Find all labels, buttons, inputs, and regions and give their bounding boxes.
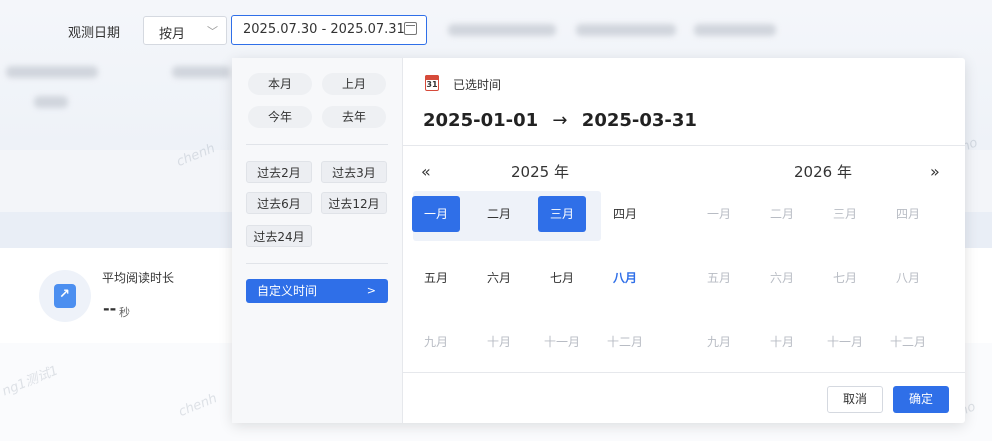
redacted-text [34, 96, 68, 108]
month-2026-mar[interactable]: 三月 [821, 196, 869, 232]
picker-footer: 取消 确定 [403, 372, 965, 423]
selected-time-label: 已选时间 [453, 78, 502, 92]
month-2026-oct[interactable]: 十月 [758, 324, 806, 360]
right-year-title: 2026 年 [794, 163, 852, 181]
quick-this-month[interactable]: 本月 [248, 73, 312, 95]
date-picker-popup: 本月 上月 今年 去年 过去2月 过去3月 过去6月 过去12月 过去24月 自… [232, 58, 965, 423]
month-2025-jan[interactable]: 一月 [412, 196, 460, 232]
date-range-input[interactable]: 2025.07.30 - 2025.07.31 [231, 15, 427, 45]
redacted-text [576, 24, 676, 36]
custom-time-label: 自定义时间 [257, 284, 318, 298]
left-year-title: 2025 年 [511, 163, 569, 181]
divider [246, 144, 388, 145]
next-year-button[interactable]: » [930, 162, 940, 181]
range-end: 2025-03-31 [581, 110, 697, 131]
arrow-right-icon: → [552, 110, 568, 131]
period-select-value: 按月 [159, 27, 186, 42]
redacted-text [448, 24, 556, 36]
month-2025-feb[interactable]: 二月 [475, 196, 523, 232]
selected-time-header: 31 已选时间 2025-01-01 → 2025-03-31 [403, 58, 965, 146]
month-2025-apr[interactable]: 四月 [601, 196, 649, 232]
month-calendar: « 2025 年 2026 年 » 一月 二月 三月 四月 五月 六月 七月 八月 九月 十月 十一… [403, 146, 965, 372]
month-2025-sep[interactable]: 九月 [412, 324, 460, 360]
month-2025-aug[interactable]: 八月 [601, 260, 649, 296]
month-2025-may[interactable]: 五月 [412, 260, 460, 296]
redacted-text [6, 66, 98, 78]
quick-select-panel: 本月 上月 今年 去年 过去2月 过去3月 过去6月 过去12月 过去24月 自… [232, 58, 403, 423]
quick-last-month[interactable]: 上月 [322, 73, 386, 95]
chevron-down-icon: ﹀ [207, 25, 218, 38]
quick-this-year[interactable]: 今年 [248, 106, 312, 128]
month-2026-aug[interactable]: 八月 [884, 260, 932, 296]
confirm-button[interactable]: 确定 [893, 386, 949, 413]
month-2026-may[interactable]: 五月 [695, 260, 743, 296]
month-2025-oct[interactable]: 十月 [475, 324, 523, 360]
month-2025-jul[interactable]: 七月 [538, 260, 586, 296]
stat-value: -- [103, 299, 117, 318]
stat-unit: 秒 [119, 306, 130, 319]
quick-past-12-months[interactable]: 过去12月 [321, 192, 387, 214]
quick-past-24-months[interactable]: 过去24月 [246, 225, 312, 247]
month-2026-jun[interactable]: 六月 [758, 260, 806, 296]
observation-date-label: 观测日期 [68, 26, 121, 41]
month-2025-dec[interactable]: 十二月 [601, 324, 649, 360]
chevron-right-icon: > [366, 284, 376, 297]
month-2026-dec[interactable]: 十二月 [884, 324, 932, 360]
month-2026-jan[interactable]: 一月 [695, 196, 743, 232]
month-2026-sep[interactable]: 九月 [695, 324, 743, 360]
redacted-text [694, 24, 776, 36]
quick-past-3-months[interactable]: 过去3月 [321, 161, 387, 183]
date-range-value: 2025.07.30 - 2025.07.31 [243, 22, 405, 37]
stat-title: 平均阅读时长 [102, 271, 175, 285]
month-2025-nov[interactable]: 十一月 [538, 324, 586, 360]
range-start: 2025-01-01 [423, 110, 539, 131]
month-2026-jul[interactable]: 七月 [821, 260, 869, 296]
calendar-icon [404, 22, 417, 35]
quick-last-year[interactable]: 去年 [322, 106, 386, 128]
selected-range: 2025-01-01 → 2025-03-31 [423, 110, 697, 131]
quick-past-6-months[interactable]: 过去6月 [246, 192, 312, 214]
month-2026-nov[interactable]: 十一月 [821, 324, 869, 360]
quick-past-2-months[interactable]: 过去2月 [246, 161, 312, 183]
month-2025-mar[interactable]: 三月 [538, 196, 586, 232]
custom-time-button[interactable]: 自定义时间 > [246, 279, 388, 303]
month-2025-jun[interactable]: 六月 [475, 260, 523, 296]
prev-year-button[interactable]: « [421, 162, 431, 181]
cancel-button[interactable]: 取消 [827, 386, 883, 413]
calendar-date-icon: 31 [425, 75, 439, 91]
divider [246, 263, 388, 264]
month-2026-feb[interactable]: 二月 [758, 196, 806, 232]
month-2026-apr[interactable]: 四月 [884, 196, 932, 232]
reading-time-icon [39, 270, 91, 322]
period-select[interactable]: 按月 ﹀ [143, 16, 227, 45]
redacted-text [172, 66, 230, 78]
